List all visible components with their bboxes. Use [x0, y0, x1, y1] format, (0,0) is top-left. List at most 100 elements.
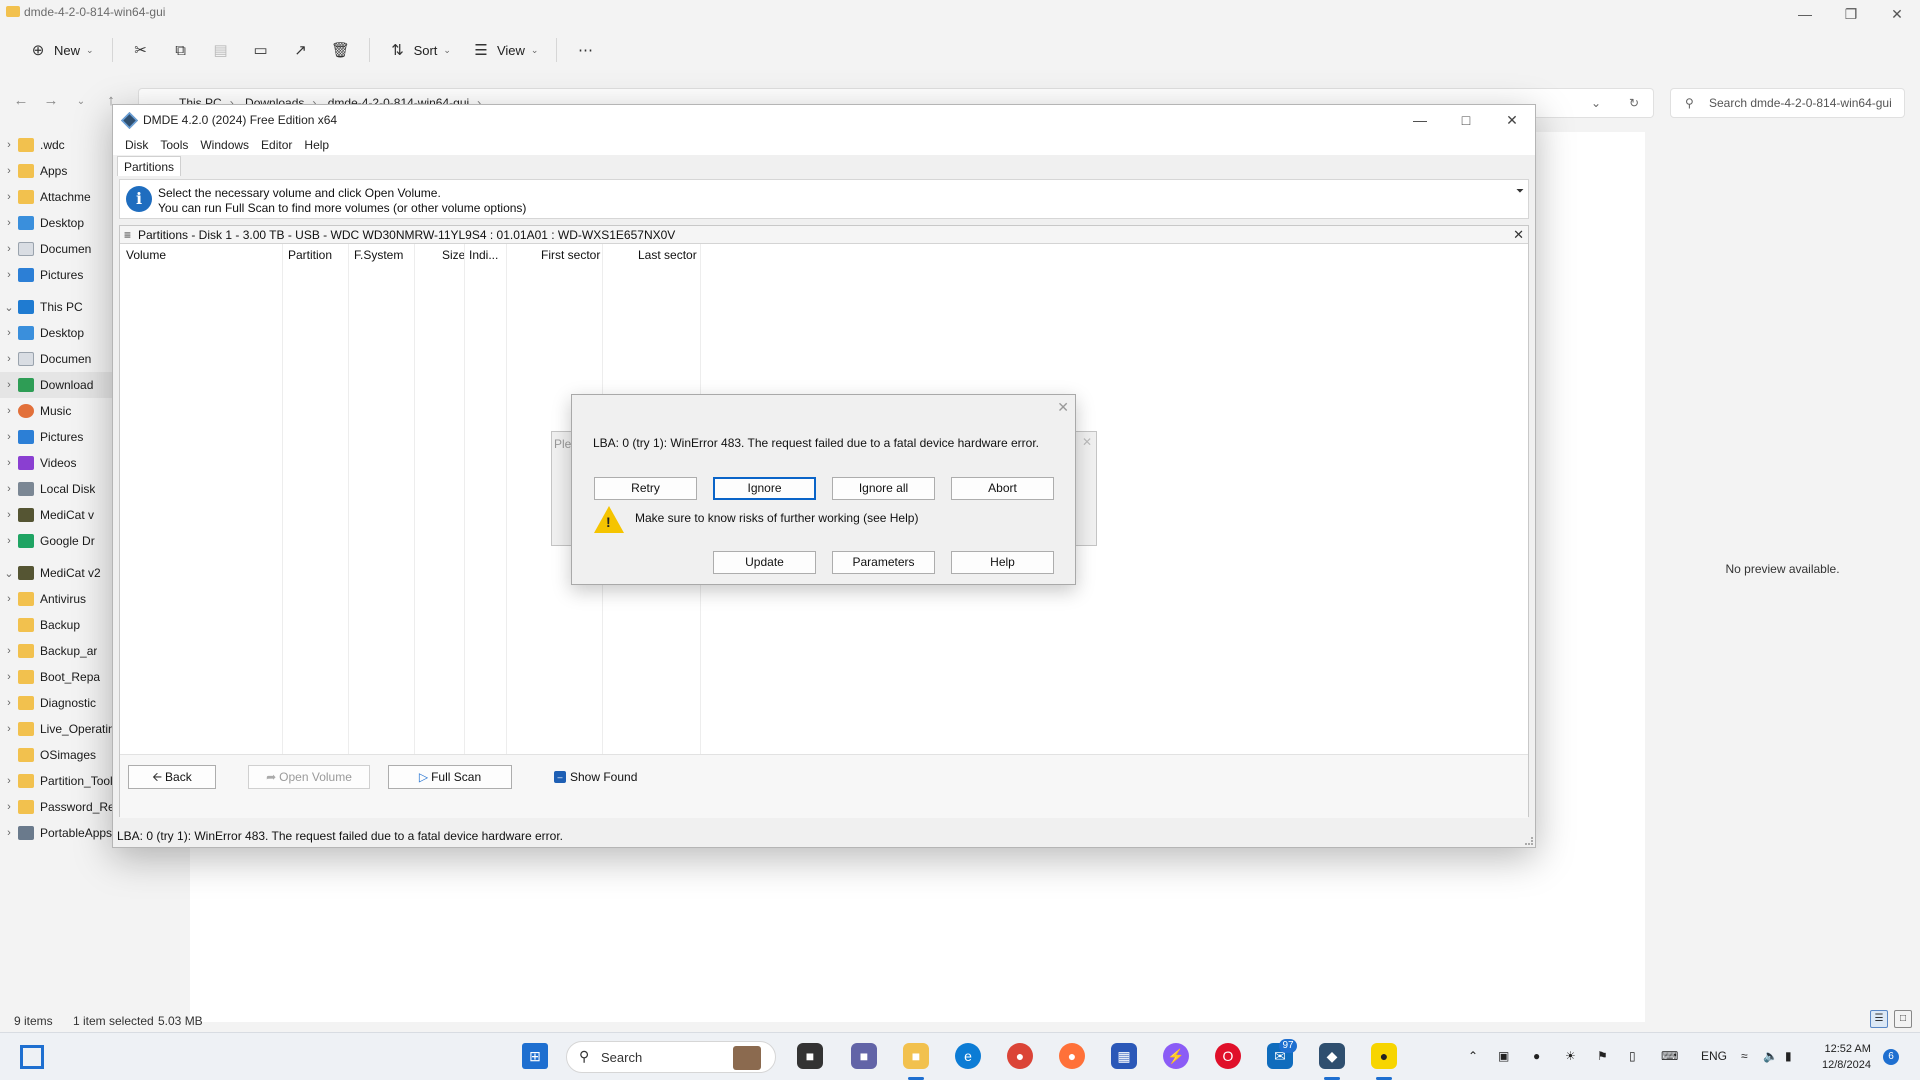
hamburger-icon[interactable]: ≡ — [124, 228, 131, 242]
retry-button[interactable]: Retry — [594, 477, 697, 500]
expand-chevron-icon[interactable]: › — [0, 697, 18, 709]
collapse-chevron-icon[interactable]: ⌄ — [0, 301, 18, 314]
menu-disk[interactable]: Disk — [119, 135, 154, 155]
task-view-icon[interactable]: ■ — [797, 1043, 823, 1069]
chrome-icon[interactable]: ● — [1007, 1043, 1033, 1069]
cut-button[interactable]: ✂ — [121, 34, 161, 66]
maximize-button[interactable]: □ — [1443, 105, 1489, 135]
expand-chevron-icon[interactable]: › — [0, 483, 18, 495]
expand-chevron-icon[interactable]: › — [0, 243, 18, 255]
minimize-button[interactable]: — — [1782, 0, 1828, 28]
recent-chevron-icon[interactable]: ⌄ — [70, 92, 92, 112]
minimize-button[interactable]: — — [1397, 105, 1443, 135]
expand-chevron-icon[interactable]: › — [0, 139, 18, 151]
column-header-first-sector[interactable]: First sector — [541, 248, 600, 262]
expand-chevron-icon[interactable]: › — [0, 457, 18, 469]
restore-button[interactable]: ❐ — [1828, 0, 1874, 28]
address-dropdown-icon[interactable]: ⌄ — [1577, 89, 1615, 117]
column-header-size[interactable]: Size — [442, 248, 465, 262]
expand-chevron-icon[interactable]: › — [0, 217, 18, 229]
tray-usb-icon[interactable]: ▯ — [1629, 1049, 1636, 1063]
details-view-icon[interactable]: ☰ — [1870, 1010, 1888, 1028]
dmde-taskbar-icon[interactable]: ◆ — [1319, 1043, 1345, 1069]
expand-chevron-icon[interactable]: › — [0, 593, 18, 605]
messenger-icon[interactable]: ⚡ — [1163, 1043, 1189, 1069]
expand-chevron-icon[interactable]: › — [0, 827, 18, 839]
rename-button[interactable]: ▭ — [241, 34, 281, 66]
wifi-icon[interactable]: ≈ — [1741, 1049, 1748, 1063]
close-button[interactable]: ✕ — [1874, 0, 1920, 28]
help-button[interactable]: Help — [951, 551, 1054, 574]
tray-app-icon[interactable]: ▣ — [1498, 1049, 1509, 1063]
taskbar-search[interactable]: ⚲ Search — [566, 1041, 776, 1073]
store-icon[interactable]: ▦ — [1111, 1043, 1137, 1069]
tray-security-icon[interactable]: ⚑ — [1597, 1049, 1608, 1063]
tray-overflow-icon[interactable]: ⌃ — [1468, 1049, 1478, 1063]
expand-chevron-icon[interactable]: › — [0, 431, 18, 443]
view-button[interactable]: ☰ View ⌄ — [461, 34, 549, 66]
volume-icon[interactable]: 🔈 — [1763, 1049, 1778, 1063]
menu-windows[interactable]: Windows — [194, 135, 255, 155]
teams-icon[interactable]: ■ — [851, 1043, 877, 1069]
expand-chevron-icon[interactable]: › — [0, 269, 18, 281]
start-button[interactable]: ⊞ — [522, 1043, 548, 1069]
language-indicator[interactable]: ENG — [1701, 1049, 1727, 1063]
more-options-button[interactable]: ⋯ — [565, 34, 605, 66]
file-explorer-icon[interactable]: ■ — [903, 1043, 929, 1069]
close-icon[interactable]: ✕ — [1057, 399, 1069, 416]
tray-keyboard-icon[interactable]: ⌨ — [1661, 1049, 1678, 1063]
edge-icon[interactable]: e — [955, 1043, 981, 1069]
expand-chevron-icon[interactable]: › — [0, 353, 18, 365]
collapse-icon[interactable]: ⏷ — [1516, 186, 1524, 197]
menu-editor[interactable]: Editor — [255, 135, 298, 155]
expand-chevron-icon[interactable]: › — [0, 723, 18, 735]
share-button[interactable]: ↗ — [281, 34, 321, 66]
battery-icon[interactable]: ▮ — [1785, 1049, 1792, 1063]
expand-chevron-icon[interactable]: › — [0, 327, 18, 339]
firefox-icon[interactable]: ● — [1059, 1043, 1085, 1069]
resize-grip-icon[interactable] — [1525, 837, 1533, 845]
expand-chevron-icon[interactable]: › — [0, 671, 18, 683]
search-box[interactable]: ⚲ Search dmde-4-2-0-814-win64-gui — [1670, 88, 1905, 118]
new-button[interactable]: ⊕ New ⌄ — [18, 34, 104, 66]
tiles-view-icon[interactable]: □ — [1894, 1010, 1912, 1028]
collapse-chevron-icon[interactable]: ⌄ — [0, 567, 18, 580]
show-found-checkbox[interactable]: – Show Found — [554, 770, 637, 784]
ignore-button[interactable]: Ignore — [713, 477, 816, 500]
column-header-volume[interactable]: Volume — [126, 248, 166, 262]
copy-button[interactable]: ⧉ — [161, 34, 201, 66]
menu-tools[interactable]: Tools — [154, 135, 194, 155]
expand-chevron-icon[interactable]: › — [0, 379, 18, 391]
column-header-indicators[interactable]: Indi... — [469, 248, 498, 262]
full-scan-button[interactable]: ▷ Full Scan — [388, 765, 512, 789]
tab-partitions[interactable]: Partitions — [117, 156, 182, 176]
expand-chevron-icon[interactable]: › — [0, 775, 18, 787]
open-volume-button[interactable]: ➦ Open Volume — [248, 765, 370, 789]
close-button[interactable]: ✕ — [1489, 105, 1535, 135]
taskbar-clock[interactable]: 12:52 AM 12/8/2024 — [1822, 1041, 1871, 1073]
refresh-icon[interactable]: ↻ — [1615, 89, 1653, 117]
expand-chevron-icon[interactable]: › — [0, 165, 18, 177]
expand-chevron-icon[interactable]: › — [0, 535, 18, 547]
column-header-partition[interactable]: Partition — [288, 248, 332, 262]
paste-button[interactable]: ▤ — [201, 34, 241, 66]
abort-button[interactable]: Abort — [951, 477, 1054, 500]
expand-chevron-icon[interactable]: › — [0, 191, 18, 203]
ignore-all-button[interactable]: Ignore all — [832, 477, 935, 500]
sort-button[interactable]: ⇅ Sort ⌄ — [378, 34, 461, 66]
widgets-icon[interactable] — [20, 1045, 44, 1069]
kakaotalk-icon[interactable]: ● — [1371, 1043, 1397, 1069]
expand-chevron-icon[interactable]: › — [0, 509, 18, 521]
delete-button[interactable]: 🗑 — [321, 34, 361, 66]
menu-help[interactable]: Help — [298, 135, 335, 155]
parameters-button[interactable]: Parameters — [832, 551, 935, 574]
close-icon[interactable]: ✕ — [1082, 435, 1092, 449]
expand-chevron-icon[interactable]: › — [0, 645, 18, 657]
tray-chat-icon[interactable]: ● — [1533, 1049, 1540, 1063]
back-button[interactable]: 🡨 Back — [128, 765, 216, 789]
close-icon[interactable]: ✕ — [1513, 227, 1524, 243]
expand-chevron-icon[interactable]: › — [0, 801, 18, 813]
column-header-fsystem[interactable]: F.System — [354, 248, 403, 262]
update-button[interactable]: Update — [713, 551, 816, 574]
column-header-last-sector[interactable]: Last sector — [638, 248, 697, 262]
